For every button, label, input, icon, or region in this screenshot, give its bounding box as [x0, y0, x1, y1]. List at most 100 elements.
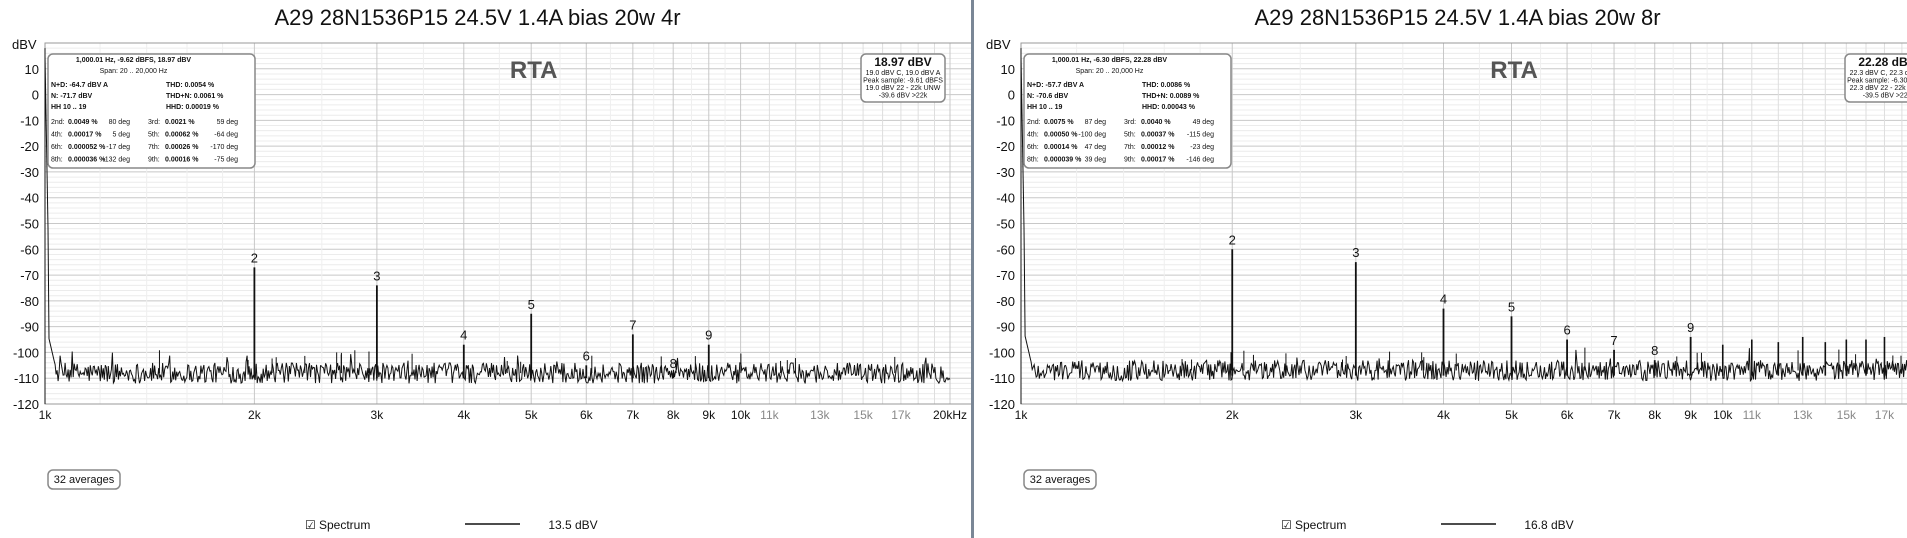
- legend-series-name: Spectrum: [319, 518, 370, 532]
- harmonic-name: 6th:: [1027, 144, 1039, 151]
- level-line: Peak sample: -9.61 dBFS: [863, 78, 943, 85]
- y-tick-label: -20: [996, 139, 1015, 154]
- harmonic-label-8: 8: [1651, 343, 1658, 358]
- harmonic-deg: -23 deg: [1190, 144, 1214, 151]
- y-tick-label: -120: [13, 397, 39, 412]
- averages-label: 32 averages: [1030, 474, 1091, 486]
- x-tick-label: 20kHz: [933, 408, 967, 422]
- averages-box: 32 averages: [47, 469, 121, 490]
- stats-row-right: THD: 0.0054 %: [166, 82, 215, 89]
- stats-row-left: N: -70.6 dBV: [1027, 93, 1069, 100]
- harmonic-pct: 0.000039 %: [1044, 157, 1082, 164]
- x-tick-label: 3k: [371, 408, 385, 422]
- harmonic-name: 4th:: [51, 132, 63, 139]
- y-tick-label: 10: [1001, 62, 1015, 77]
- y-tick-label: -10: [996, 113, 1015, 128]
- x-tick-label: 13k: [810, 408, 830, 422]
- y-tick-label: 10: [25, 62, 39, 77]
- harmonic-label-5: 5: [528, 297, 535, 312]
- x-tick-label: 8k: [1648, 408, 1662, 422]
- y-tick-label: -120: [989, 397, 1015, 412]
- x-tick-label: 3k: [1349, 408, 1363, 422]
- level-line: Peak sample: -6.30 dBFS: [1847, 78, 1907, 85]
- legend-series-name: Spectrum: [1295, 518, 1346, 532]
- harmonic-label-2: 2: [1229, 232, 1236, 247]
- harmonic-name: 6th:: [51, 144, 63, 151]
- harmonic-name: 2nd:: [1027, 119, 1041, 126]
- chart-svg-right: A29 28N1536P15 24.5V 1.4A bias 20w 8r dBV…: [986, 5, 1907, 532]
- harmonic-pct: 0.00012 %: [1141, 144, 1175, 151]
- level-main: 18.97 dBV: [874, 55, 931, 69]
- legend-checkbox: ☑: [305, 518, 316, 532]
- x-tick-label: 5k: [1505, 408, 1519, 422]
- x-tick-label: 15k: [1837, 408, 1857, 422]
- x-tick-label: 13k: [1793, 408, 1813, 422]
- harmonic-name: 4th:: [1027, 132, 1039, 139]
- stats-header: 1,000.01 Hz, -9.62 dBFS, 18.97 dBV: [76, 57, 191, 64]
- harmonic-name: 3rd:: [1124, 119, 1136, 126]
- harmonic-name: 8th:: [1027, 157, 1039, 164]
- harmonic-deg: 49 deg: [1193, 119, 1215, 126]
- rta-label: RTA: [1490, 57, 1538, 84]
- y-tick-label: -90: [20, 320, 39, 335]
- harmonic-label-9: 9: [1687, 320, 1694, 335]
- chart-title: A29 28N1536P15 24.5V 1.4A bias 20w 8r: [1254, 5, 1660, 30]
- level-box: 22.28 dBV22.3 dBV C, 22.3 dBV APeak samp…: [1844, 53, 1907, 103]
- stats-row-right: THD+N: 0.0089 %: [1142, 93, 1200, 100]
- x-tick-label: 1k: [1015, 408, 1029, 422]
- y-tick-label: -50: [996, 217, 1015, 232]
- stats-row-right: HHD: 0.00019 %: [166, 104, 220, 111]
- y-tick-label: -110: [990, 371, 1015, 386]
- stats-box: 1,000.01 Hz, -6.30 dBFS, 22.28 dBV Span: …: [1023, 53, 1232, 169]
- harmonic-pct: 0.00016 %: [165, 157, 199, 164]
- harmonic-deg: -115 deg: [1187, 132, 1214, 139]
- harmonic-name: 9th:: [1124, 157, 1136, 164]
- y-axis-label: dBV: [12, 37, 37, 52]
- harmonic-label-7: 7: [629, 317, 636, 332]
- x-tick-label: 11k: [760, 408, 779, 422]
- x-tick-label: 11k: [1743, 408, 1762, 422]
- x-tick-label: 4k: [457, 408, 471, 422]
- harmonic-name: 7th:: [148, 144, 160, 151]
- harmonic-pct: 0.00017 %: [1141, 157, 1175, 164]
- harmonic-label-3: 3: [373, 268, 380, 283]
- harmonic-label-6: 6: [1563, 323, 1570, 338]
- harmonic-pct: 0.00026 %: [165, 144, 199, 151]
- y-tick-label: -30: [20, 165, 39, 180]
- harmonic-name: 3rd:: [148, 119, 160, 126]
- chart-panel-left: A29 28N1536P15 24.5V 1.4A bias 20w 4r dBV…: [0, 0, 971, 538]
- harmonic-deg: -64 deg: [214, 132, 238, 139]
- x-tick-label: 7k: [627, 408, 641, 422]
- chart-panel-right: A29 28N1536P15 24.5V 1.4A bias 20w 8r dBV…: [974, 0, 1907, 538]
- x-tick-label: 8k: [667, 408, 681, 422]
- y-tick-label: -100: [989, 345, 1015, 360]
- harmonic-label-8: 8: [670, 356, 677, 371]
- harmonic-name: 8th:: [51, 157, 63, 164]
- y-tick-label: -40: [996, 191, 1015, 206]
- harmonic-label-9: 9: [705, 328, 712, 343]
- harmonic-pct: 0.00037 %: [1141, 132, 1175, 139]
- harmonic-deg: 80 deg: [109, 119, 131, 126]
- x-tick-label: 1k: [39, 408, 53, 422]
- x-tick-label: 15k: [853, 408, 873, 422]
- stats-row-right: THD+N: 0.0061 %: [166, 93, 224, 100]
- harmonic-label-6: 6: [583, 348, 590, 363]
- y-tick-label: -60: [996, 242, 1015, 257]
- x-tick-label: 6k: [1561, 408, 1575, 422]
- level-line: 22.3 dBV 22 - 22k UNW: [1850, 85, 1907, 92]
- harmonic-pct: 0.0040 %: [1141, 119, 1171, 126]
- legend-value: 13.5 dBV: [548, 518, 597, 532]
- harmonic-pct: 0.00050 %: [1044, 132, 1078, 139]
- y-tick-label: -90: [996, 320, 1015, 335]
- stats-row-right: THD: 0.0086 %: [1142, 82, 1191, 89]
- x-tick-label: 7k: [1608, 408, 1622, 422]
- y-tick-label: -100: [13, 345, 39, 360]
- harmonic-deg: 5 deg: [112, 132, 130, 139]
- y-tick-label: 0: [32, 88, 39, 103]
- stats-span: Span: 20 .. 20,000 Hz: [100, 68, 168, 75]
- harmonic-label-5: 5: [1508, 299, 1515, 314]
- legend-checkbox: ☑: [1281, 518, 1292, 532]
- x-tick-label: 10k: [1713, 408, 1733, 422]
- level-line: 19.0 dBV C, 19.0 dBV A: [866, 70, 941, 77]
- harmonic-pct: 0.0021 %: [165, 119, 195, 126]
